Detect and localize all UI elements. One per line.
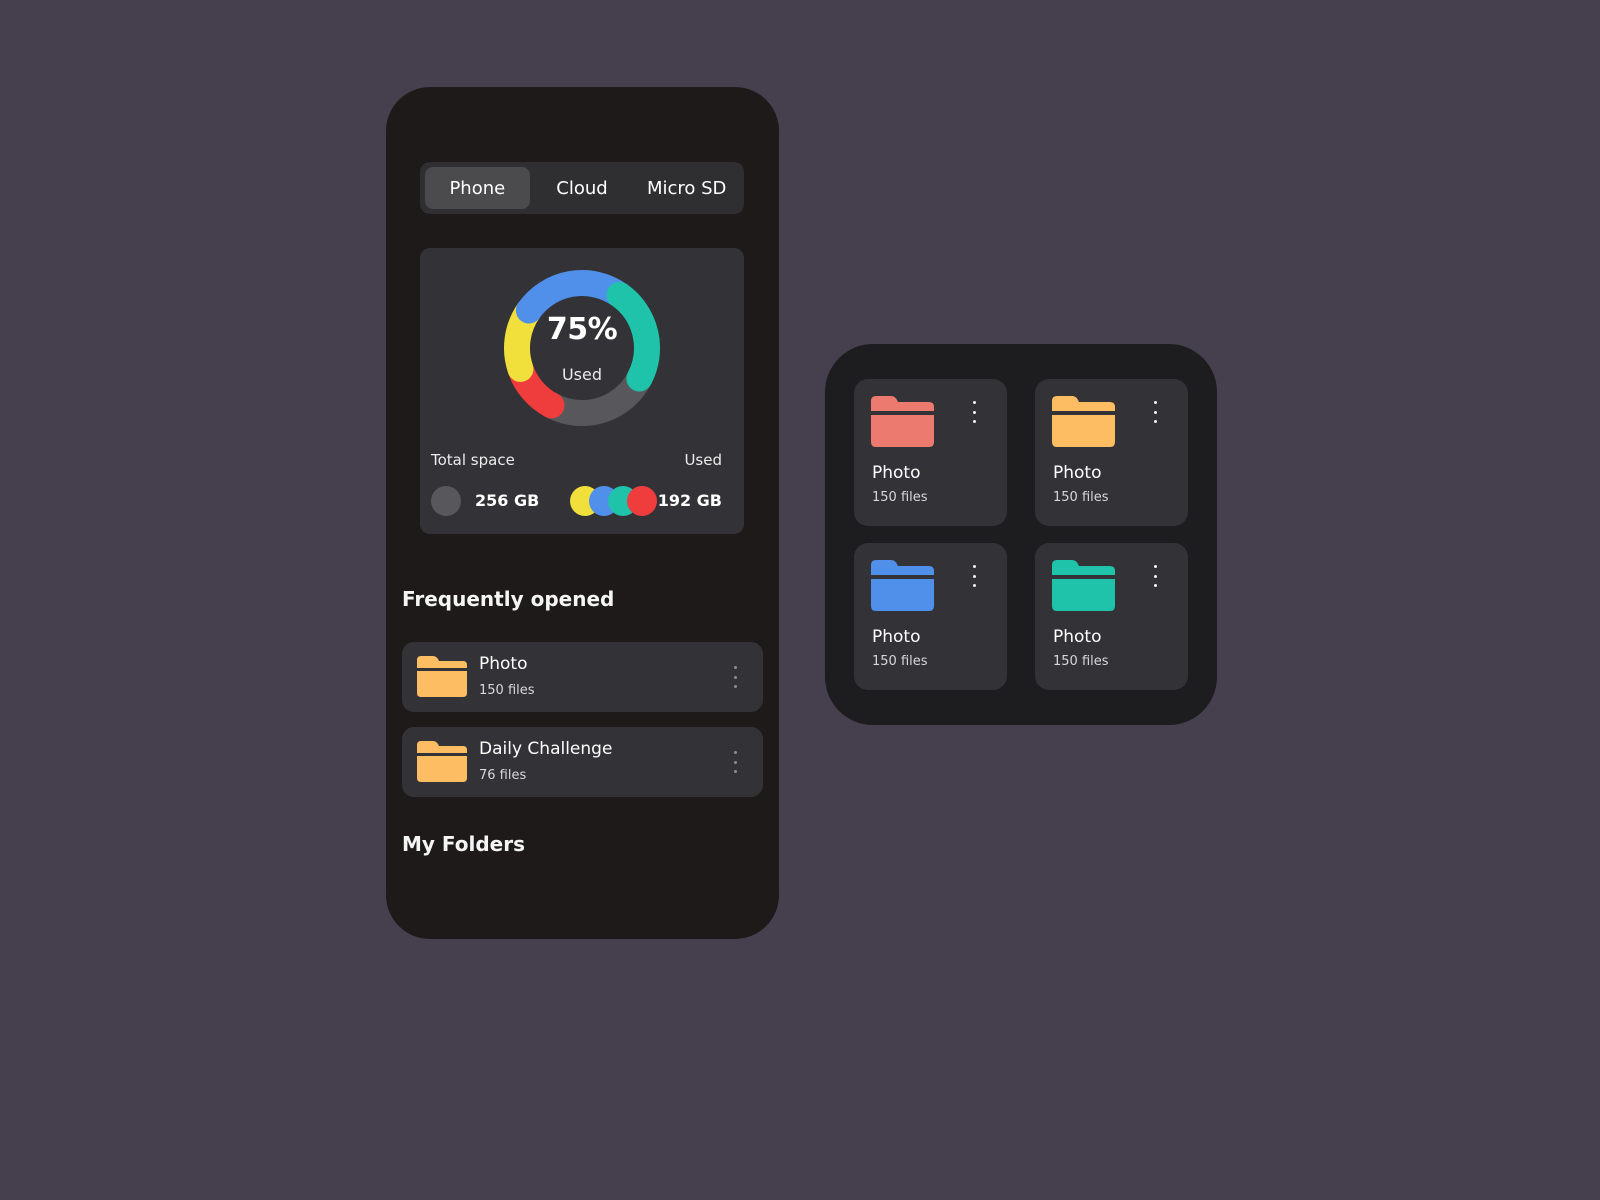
used-caption: Used bbox=[561, 365, 603, 384]
tab-micro-sd[interactable]: Micro SD bbox=[634, 167, 739, 209]
donut-segment bbox=[515, 270, 633, 324]
used-percent: 75% bbox=[546, 312, 618, 347]
storage-summary-card: 75% Used Total space Used 256 GB 192 GB bbox=[420, 248, 744, 534]
total-space-dot bbox=[431, 486, 461, 516]
folder-icon bbox=[871, 560, 934, 611]
folder-tile[interactable]: Photo 150 files bbox=[1035, 379, 1188, 526]
folder-name: Photo bbox=[872, 627, 921, 647]
list-item[interactable]: Daily Challenge 76 files bbox=[402, 727, 763, 797]
folder-icon bbox=[1052, 396, 1115, 447]
folder-icon bbox=[417, 656, 467, 697]
more-options-icon[interactable] bbox=[727, 751, 743, 773]
folder-tile[interactable]: Photo 150 files bbox=[854, 379, 1007, 526]
folder-count: 150 files bbox=[1053, 654, 1109, 669]
item-name: Daily Challenge bbox=[479, 739, 613, 759]
more-options-icon[interactable] bbox=[1147, 401, 1163, 423]
item-name: Photo bbox=[479, 654, 528, 674]
folder-tile[interactable]: Photo 150 files bbox=[1035, 543, 1188, 690]
tab-cloud[interactable]: Cloud bbox=[530, 167, 635, 209]
phone-screen: Phone Cloud Micro SD 75% Used Total spac… bbox=[386, 87, 779, 939]
folder-icon bbox=[1052, 560, 1115, 611]
folder-name: Photo bbox=[872, 463, 921, 483]
my-folders-heading: My Folders bbox=[402, 832, 525, 856]
folder-icon bbox=[417, 741, 467, 782]
folder-count: 150 files bbox=[872, 490, 928, 505]
total-space-value: 256 GB bbox=[475, 491, 540, 510]
item-count: 76 files bbox=[479, 768, 527, 783]
storage-usage-donut bbox=[504, 270, 660, 426]
item-count: 150 files bbox=[479, 683, 535, 698]
more-options-icon[interactable] bbox=[966, 401, 982, 423]
more-options-icon[interactable] bbox=[727, 666, 743, 688]
folder-count: 150 files bbox=[872, 654, 928, 669]
legend-dot-red bbox=[627, 486, 657, 516]
folder-count: 150 files bbox=[1053, 490, 1109, 505]
total-space-label: Total space bbox=[431, 451, 515, 469]
folder-name: Photo bbox=[1053, 627, 1102, 647]
folder-icon bbox=[871, 396, 934, 447]
used-space-label: Used bbox=[684, 451, 722, 469]
more-options-icon[interactable] bbox=[966, 565, 982, 587]
used-space-value: 192 GB bbox=[657, 491, 722, 510]
folder-grid-card: Photo 150 files Photo 150 files Photo 15… bbox=[825, 344, 1217, 725]
frequently-opened-heading: Frequently opened bbox=[402, 587, 615, 611]
folder-name: Photo bbox=[1053, 463, 1102, 483]
folder-tile[interactable]: Photo 150 files bbox=[854, 543, 1007, 690]
list-item[interactable]: Photo 150 files bbox=[402, 642, 763, 712]
storage-tab-bar: Phone Cloud Micro SD bbox=[420, 162, 744, 214]
more-options-icon[interactable] bbox=[1147, 565, 1163, 587]
tab-phone[interactable]: Phone bbox=[425, 167, 530, 209]
